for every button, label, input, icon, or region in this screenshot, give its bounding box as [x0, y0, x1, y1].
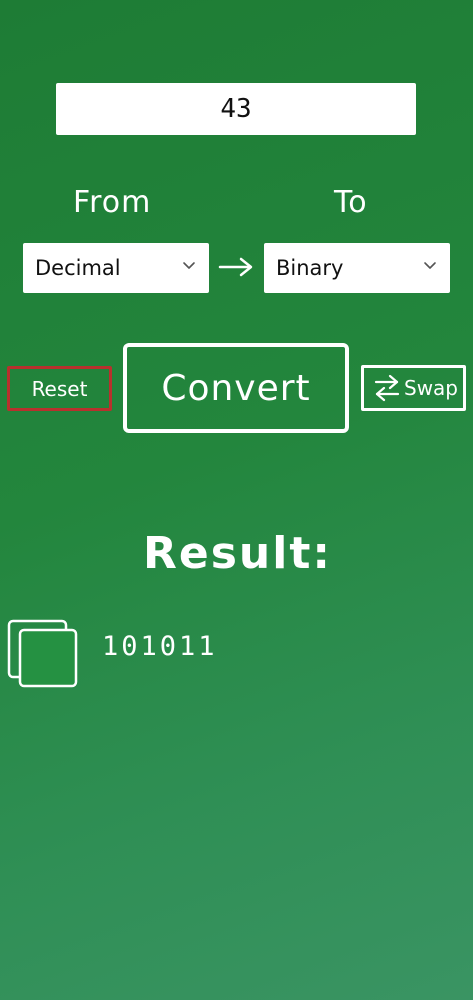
to-label: To [334, 185, 368, 220]
chevron-down-icon [424, 262, 436, 269]
swap-arrows-icon [374, 374, 400, 402]
from-label: From [73, 185, 152, 220]
from-base-selected-value: Decimal [35, 256, 121, 280]
result-heading: Result: [143, 528, 332, 579]
chevron-down-icon [183, 262, 195, 269]
swap-button[interactable]: Swap [361, 365, 466, 411]
convert-button-label: Convert [161, 367, 311, 409]
arrow-right-icon [218, 257, 253, 277]
result-value: 101011 [102, 631, 218, 662]
convert-button[interactable]: Convert [123, 343, 349, 433]
copy-icon[interactable] [7, 619, 79, 689]
swap-button-label: Swap [404, 376, 459, 400]
reset-button-label: Reset [31, 376, 88, 401]
reset-button[interactable]: Reset [7, 366, 112, 411]
to-base-selected-value: Binary [276, 256, 344, 280]
from-base-select[interactable]: Decimal [23, 243, 209, 293]
to-base-select[interactable]: Binary [264, 243, 450, 293]
number-input[interactable] [56, 83, 416, 135]
